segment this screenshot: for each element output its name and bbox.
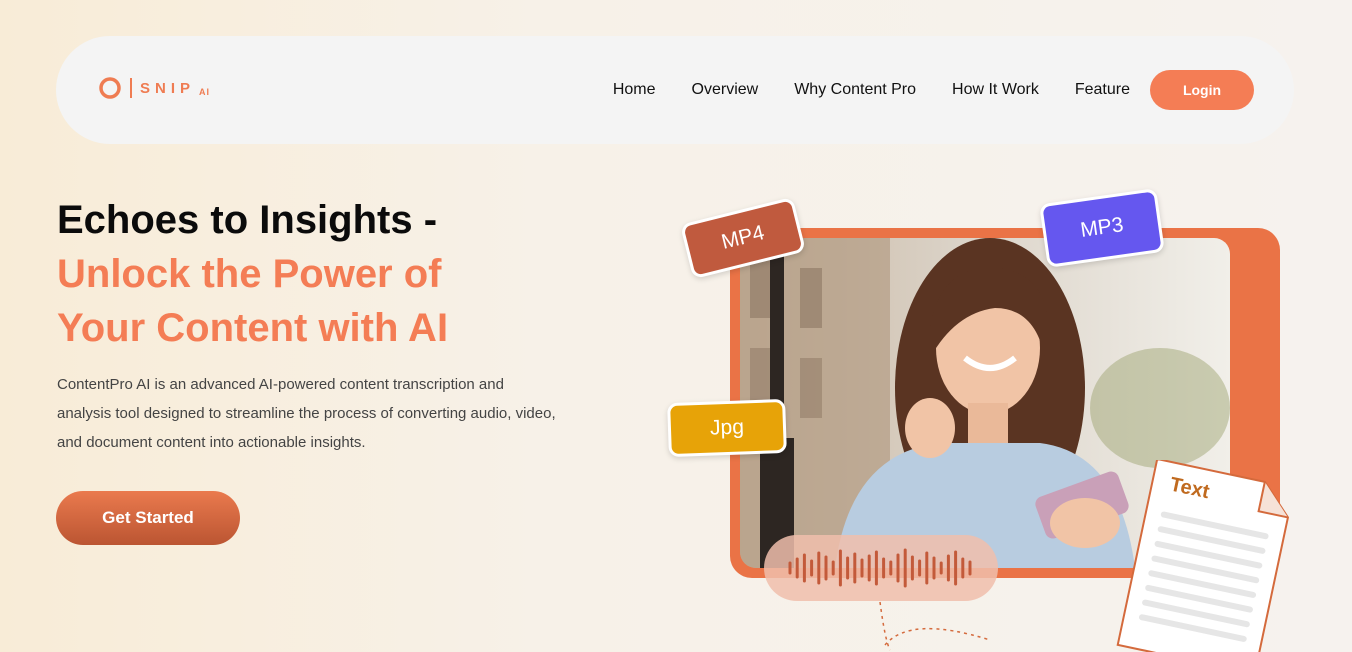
- get-started-button[interactable]: Get Started: [56, 491, 240, 545]
- audio-waveform-icon: [788, 548, 972, 588]
- top-navbar: SNIP AI Home Overview Why Content Pro Ho…: [56, 36, 1294, 144]
- nav-item-overview[interactable]: Overview: [692, 70, 759, 110]
- nav-menu: Home Overview Why Content Pro How It Wor…: [613, 70, 1254, 110]
- snip-ai-logo[interactable]: SNIP AI: [98, 76, 210, 100]
- hero-title-line-2: Unlock the Power of: [57, 252, 442, 296]
- hero-description: ContentPro AI is an advanced AI-powered …: [57, 376, 556, 451]
- jpg-tag: Jpg: [667, 398, 787, 458]
- nav-item-feature[interactable]: Feature: [1075, 70, 1130, 110]
- hero-title-line-1: Echoes to Insights -: [57, 198, 438, 242]
- logo-divider: [130, 78, 132, 98]
- nav-item-why-content-pro[interactable]: Why Content Pro: [794, 70, 916, 110]
- login-button[interactable]: Login: [1150, 70, 1254, 110]
- audio-wave-pill: [764, 535, 998, 601]
- logo-suffix: AI: [199, 87, 211, 97]
- text-document: Text: [1108, 457, 1292, 652]
- dotted-path-decoration: [879, 601, 991, 651]
- nav-item-home[interactable]: Home: [613, 70, 656, 110]
- hero-title-line-3: Your Content with AI: [57, 306, 449, 350]
- logo-wordmark: SNIP: [140, 79, 196, 97]
- logo-mark-icon: [99, 77, 121, 99]
- nav-item-how-it-work[interactable]: How It Work: [952, 70, 1039, 110]
- document-icon: Text: [1116, 457, 1290, 652]
- hero-title: Echoes to Insights - Unlock the Power of…: [57, 193, 448, 355]
